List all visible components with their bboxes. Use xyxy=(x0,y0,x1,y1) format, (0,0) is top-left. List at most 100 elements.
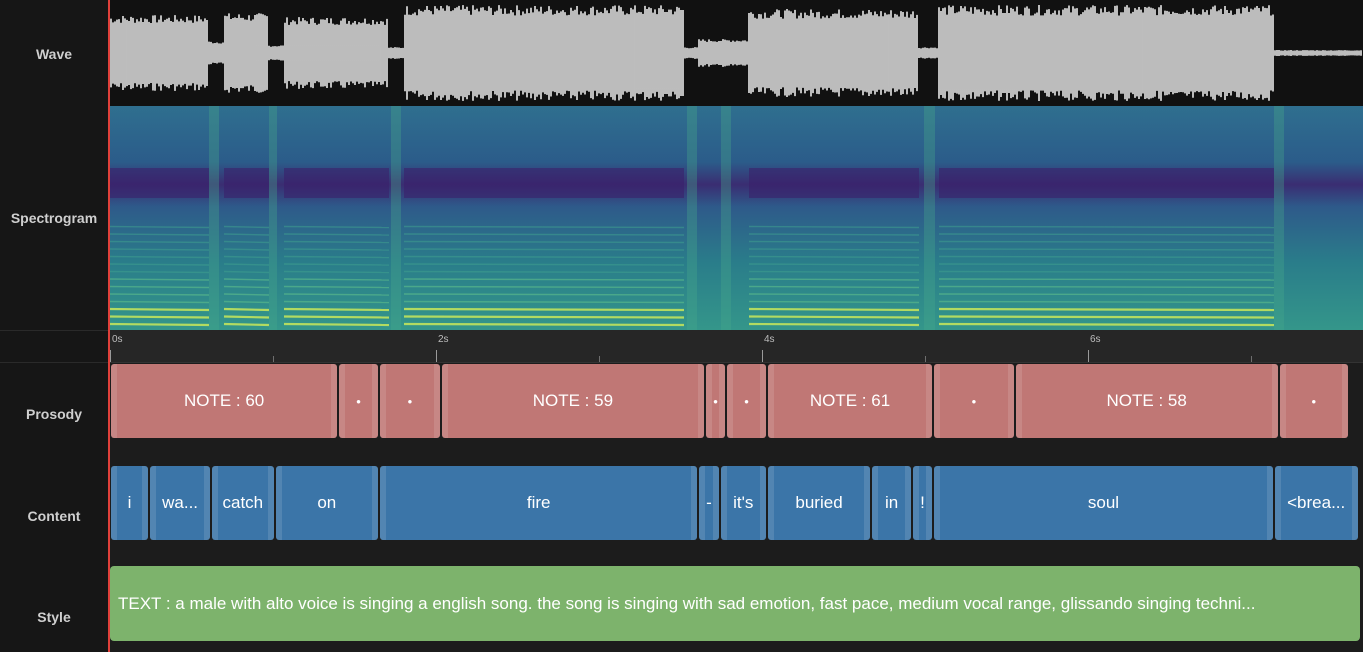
spectrogram-onset-band xyxy=(721,106,731,330)
spectrogram-harmonic xyxy=(748,322,920,327)
ruler-major-tick xyxy=(1088,350,1089,362)
spectrogram-formant-gap xyxy=(284,168,389,198)
spectrogram-harmonic xyxy=(223,248,270,251)
track-label-style: Style xyxy=(37,609,71,625)
content-segment[interactable]: in xyxy=(872,466,911,540)
prosody-segment-label: NOTE : 60 xyxy=(183,391,265,410)
prosody-segment[interactable]: • xyxy=(1279,364,1348,438)
prosody-segment[interactable]: NOTE : 59 xyxy=(441,364,704,438)
prosody-segment-label: • xyxy=(1311,393,1317,409)
spectrogram-harmonic xyxy=(223,322,270,327)
content-segment-label: buried xyxy=(795,493,843,512)
spectrogram-onset-band xyxy=(209,106,219,330)
spectrogram-harmonic xyxy=(223,225,270,229)
time-ruler[interactable]: 0s 2s 4s 6s xyxy=(109,330,1363,363)
prosody-segment-label: • xyxy=(744,393,749,409)
content-segment-label: soul xyxy=(1087,493,1120,512)
content-segment[interactable]: wa... xyxy=(150,466,211,540)
spectrogram-harmonic xyxy=(748,225,920,229)
waveform xyxy=(108,5,1362,101)
spectrogram-harmonic xyxy=(283,293,390,296)
spectrogram-harmonic xyxy=(938,315,1275,319)
spectrogram-harmonic xyxy=(283,270,390,274)
spectrogram-harmonic xyxy=(223,263,270,266)
spectrogram-onset-band xyxy=(391,106,401,330)
prosody-segment[interactable]: • xyxy=(705,364,726,438)
spectrogram-harmonic xyxy=(109,307,210,312)
spectrogram-harmonic xyxy=(283,255,390,259)
spectrogram-harmonic xyxy=(403,315,685,319)
content-segment[interactable]: soul xyxy=(934,466,1273,540)
spectrogram-view[interactable] xyxy=(109,106,1363,330)
spectrogram-harmonic xyxy=(223,307,270,312)
spectrogram-harmonic xyxy=(109,255,210,259)
content-segment-label: on xyxy=(317,493,337,512)
spectrogram-harmonic xyxy=(283,263,390,266)
content-segment[interactable]: fire xyxy=(379,466,698,540)
spectrogram-harmonic xyxy=(109,270,210,274)
spectrogram-harmonic xyxy=(283,248,390,251)
ruler-minor-tick xyxy=(1251,356,1252,362)
spectrogram-onset-band xyxy=(924,106,935,330)
track-label-spectrogram: Spectrogram xyxy=(10,210,98,226)
spectrogram-harmonic xyxy=(109,322,210,327)
spectrogram-harmonic xyxy=(109,240,210,244)
spectrogram-harmonic xyxy=(109,278,210,281)
spectrogram-harmonic xyxy=(938,307,1275,312)
track-label-wave: Wave xyxy=(35,46,73,62)
waveform-view[interactable] xyxy=(108,0,1363,106)
content-segment[interactable]: i xyxy=(111,466,149,540)
prosody-segment[interactable]: • xyxy=(934,364,1014,438)
content-segment[interactable]: on xyxy=(275,466,378,540)
spectrogram xyxy=(109,106,1363,330)
prosody-segment-label: NOTE : 58 xyxy=(1106,391,1187,410)
prosody-segment[interactable]: • xyxy=(379,364,440,438)
spectrogram-harmonic xyxy=(223,233,270,236)
spectrogram-harmonic xyxy=(223,315,270,319)
sidebar-divider xyxy=(0,330,108,331)
ruler-tick-label: 2s xyxy=(438,334,449,345)
spectrogram-harmonic xyxy=(748,315,920,319)
spectrogram-harmonic xyxy=(283,233,390,236)
content-segment[interactable]: it's xyxy=(720,466,766,540)
ruler-minor-tick xyxy=(273,356,274,362)
spectrogram-onset-band xyxy=(687,106,697,330)
content-segment-label: it's xyxy=(733,493,754,512)
spectrogram-harmonic xyxy=(283,240,390,244)
prosody-segment-label: • xyxy=(971,393,977,409)
prosody-segment[interactable]: • xyxy=(339,364,378,438)
ruler-tick-label: 6s xyxy=(1090,334,1101,345)
prosody-segment-label: • xyxy=(407,393,413,409)
spectrogram-harmonic xyxy=(223,270,270,274)
spectrogram-harmonic xyxy=(109,263,210,266)
spectrogram-harmonic xyxy=(223,278,270,281)
content-segment-label: <brea... xyxy=(1287,493,1346,512)
spectrogram-formant-gap xyxy=(109,168,209,198)
prosody-segment[interactable]: NOTE : 58 xyxy=(1015,364,1278,438)
spectrogram-harmonic xyxy=(223,255,270,259)
spectrogram-harmonic xyxy=(109,285,210,289)
content-segment[interactable]: - xyxy=(699,466,719,540)
content-segment[interactable]: <brea... xyxy=(1274,466,1358,540)
spectrogram-harmonic xyxy=(283,225,390,229)
content-segment[interactable]: buried xyxy=(767,466,871,540)
content-segment-label: i xyxy=(127,493,132,512)
prosody-segment[interactable]: • xyxy=(727,364,766,438)
spectrogram-harmonic xyxy=(109,225,210,229)
content-segment[interactable]: ! xyxy=(912,466,933,540)
spectrogram-harmonic xyxy=(938,322,1275,327)
spectrogram-harmonic xyxy=(403,307,685,312)
spectrogram-harmonic xyxy=(283,300,390,304)
waveform-path xyxy=(108,5,1362,101)
prosody-segment[interactable]: NOTE : 60 xyxy=(111,364,338,438)
playhead-cursor[interactable] xyxy=(108,0,110,652)
style-segment[interactable]: TEXT : a male with alto voice is singing… xyxy=(110,566,1360,641)
content-segment[interactable]: catch xyxy=(212,466,274,540)
spectrogram-harmonic xyxy=(109,300,210,304)
prosody-segment[interactable]: NOTE : 61 xyxy=(767,364,933,438)
spectrogram-harmonic xyxy=(283,307,390,312)
spectrogram-harmonic xyxy=(748,307,920,312)
spectrogram-harmonic xyxy=(109,293,210,296)
ruler-tick-label: 4s xyxy=(764,334,775,345)
sidebar-divider xyxy=(0,362,108,363)
